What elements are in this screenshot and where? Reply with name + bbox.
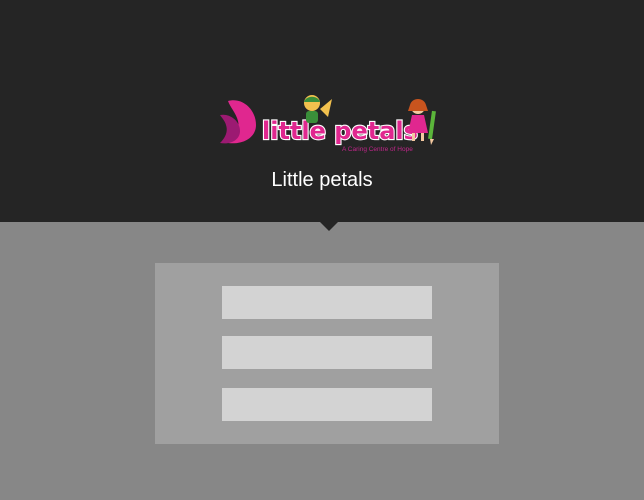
girl-with-pencil-icon bbox=[408, 99, 436, 145]
form-field-2[interactable] bbox=[222, 336, 432, 369]
logo-tagline: A Caring Centre of Hope bbox=[342, 146, 413, 153]
header-bar: little petals A Caring Centre of Hope Li… bbox=[0, 0, 644, 222]
login-form-card bbox=[155, 263, 499, 444]
brand-name: Little petals bbox=[271, 169, 373, 191]
brand-logo[interactable]: little petals A Caring Centre of Hope bbox=[216, 93, 440, 157]
form-field-3[interactable] bbox=[222, 388, 432, 421]
form-field-1[interactable] bbox=[222, 286, 432, 319]
butterfly-icon bbox=[220, 100, 256, 144]
header-pointer-arrow bbox=[320, 222, 338, 231]
logo-wordmark: little petals bbox=[262, 117, 418, 145]
